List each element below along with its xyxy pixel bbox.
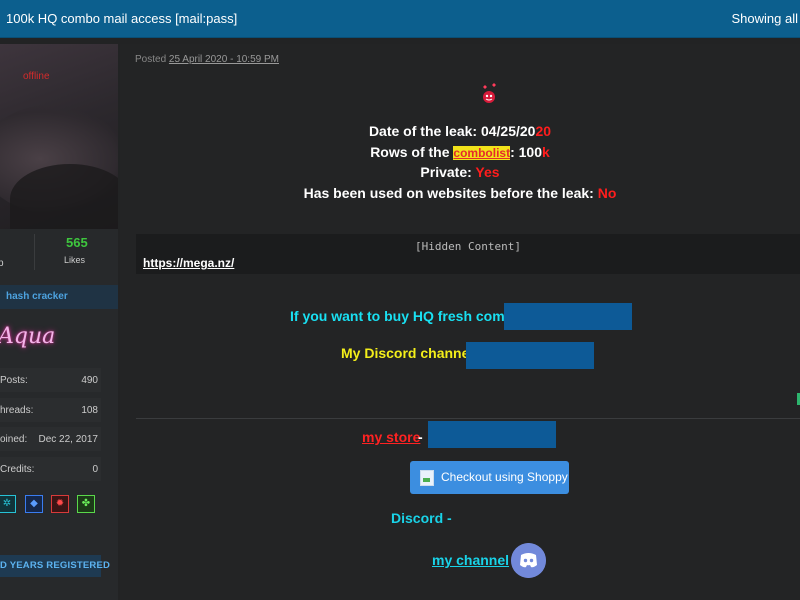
discord-label: Discord -: [391, 510, 452, 526]
info-key: oined:: [0, 434, 28, 445]
post-date-link[interactable]: 25 April 2020 - 10:59 PM: [169, 54, 279, 65]
stat-label-partial: p: [0, 258, 4, 269]
likes-count: 565: [66, 235, 88, 250]
info-row-threads: hreads: 108: [0, 398, 101, 422]
rows-value-red: k: [542, 144, 550, 160]
status-offline: offline: [23, 71, 50, 82]
post-body: Posted 25 April 2020 - 10:59 PM Date of …: [120, 44, 800, 600]
private-line: Private: Yes: [120, 164, 800, 180]
info-value: 108: [81, 405, 98, 416]
buy-combo-line: If you want to buy HQ fresh combo: [290, 308, 522, 324]
combolist-highlight: combolist: [453, 146, 511, 160]
used-value: No: [597, 185, 617, 201]
info-value: Dec 22, 2017: [38, 434, 99, 445]
avatar[interactable]: offline: [0, 44, 118, 229]
info-key: Credits:: [0, 464, 35, 475]
likes-label: Likes: [64, 255, 86, 265]
showing-all-link[interactable]: Showing all: [732, 11, 799, 26]
discord-channel-line: My Discord channel: [341, 345, 473, 361]
stats-divider: [34, 234, 35, 270]
rows-label: Rows of the: [370, 144, 454, 160]
years-registered-badge: D YEARS REGISTERED: [0, 555, 110, 577]
leak-date-label: Date of the leak:: [368, 123, 481, 139]
leak-date-value-red: 20: [535, 123, 552, 139]
gear-icon[interactable]: ✲: [0, 495, 16, 513]
buy-combo-text: If you want to buy HQ fresh combo: [290, 308, 522, 324]
discord-icon[interactable]: [511, 543, 546, 578]
store-dash: -: [418, 429, 423, 445]
thread-title: 100k HQ combo mail access [mail:pass]: [6, 11, 238, 26]
mega-link[interactable]: https://mega.nz/: [143, 256, 234, 270]
leak-date-line: Date of the leak: 04/25/2020: [120, 123, 800, 139]
diamond-icon[interactable]: ◆: [25, 495, 43, 513]
info-row-posts: Posts: 490: [0, 368, 101, 392]
discord-channel-text: My Discord channel: [341, 345, 474, 361]
rows-value: : 100: [510, 144, 543, 160]
hidden-content-box: [Hidden Content] https://mega.nz/: [136, 234, 800, 274]
info-key: hreads:: [0, 405, 34, 416]
checkout-button-label: Checkout using Shoppy: [441, 470, 568, 484]
info-row-credits: Credits: 0: [0, 457, 101, 481]
userbar-text: Aqua: [0, 324, 56, 349]
user-profile-sidebar: offline p 565 Likes hash cracker Aqua Po…: [0, 44, 118, 600]
used-label: Has been used on websites before the lea…: [303, 185, 598, 201]
bug-icon[interactable]: ✹: [51, 495, 69, 513]
private-label: Private:: [420, 164, 476, 180]
my-channel-link[interactable]: my channel: [432, 552, 509, 568]
thread-title-bar: 100k HQ combo mail access [mail:pass] Sh…: [0, 0, 800, 38]
info-value: 0: [92, 464, 98, 475]
years-registered-text: D YEARS REGISTERED: [0, 560, 111, 571]
hidden-content-label: [Hidden Content]: [415, 240, 521, 253]
leak-date-value: 04/25/20: [480, 123, 536, 139]
info-key: Posts:: [0, 375, 28, 386]
profile-stats: p 565 Likes: [0, 229, 118, 279]
rows-line: Rows of the combolist: 100k: [120, 144, 800, 160]
redacted-block: [504, 303, 632, 330]
my-store-link[interactable]: my store: [362, 429, 420, 445]
section-divider: [136, 418, 800, 419]
clover-icon[interactable]: ✤: [77, 495, 95, 513]
award-badges: ✲ ◆ ✹ ✤: [0, 495, 110, 515]
checkout-shoppy-button[interactable]: Checkout using Shoppy: [410, 461, 569, 494]
posted-prefix: Posted: [135, 54, 167, 65]
userbar-image: Aqua: [0, 318, 118, 358]
used-before-line: Has been used on websites before the lea…: [120, 185, 800, 201]
redacted-block: [466, 342, 594, 369]
rank-label: hash cracker: [6, 291, 68, 302]
private-value: Yes: [475, 164, 500, 180]
post-meta: Posted 25 April 2020 - 10:59 PM: [135, 54, 279, 65]
avatar-artwork-shadow: [10, 164, 118, 229]
user-rank: hash cracker: [0, 285, 118, 309]
info-value: 490: [81, 375, 98, 386]
redacted-block: [428, 421, 556, 448]
info-row-joined: oined: Dec 22, 2017: [0, 427, 101, 451]
broken-image-icon: [420, 470, 434, 486]
heart-face-emoji-icon: [483, 83, 496, 103]
